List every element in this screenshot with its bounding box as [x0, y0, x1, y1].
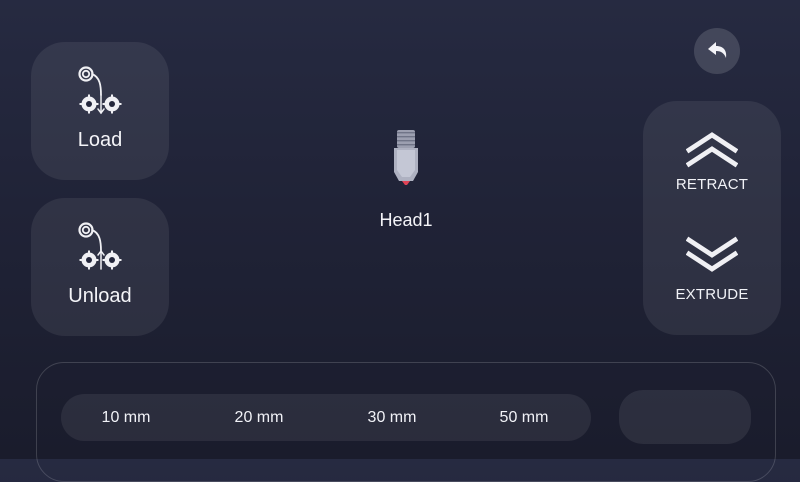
retract-button[interactable]: RETRACT	[643, 101, 781, 213]
filament-load-icon	[71, 64, 129, 122]
unload-label: Unload	[68, 285, 132, 307]
head-label: Head1	[379, 210, 433, 230]
extrude-label: EXTRUDE	[675, 286, 749, 303]
filament-unload-icon	[71, 220, 129, 278]
unload-button[interactable]: Unload	[31, 198, 169, 336]
retract-label: RETRACT	[675, 176, 749, 193]
distance-option-20mm[interactable]: 20 mm	[204, 394, 314, 441]
double-chevron-up-icon	[685, 129, 739, 173]
extruder-control-screen: Load Unload Head1 RETRACT EXTRUDE 10 mm …	[0, 0, 800, 482]
extrude-retract-panel: RETRACT EXTRUDE	[643, 101, 781, 335]
distance-option-10mm[interactable]: 10 mm	[71, 394, 181, 441]
back-button[interactable]	[694, 28, 740, 74]
extruder-nozzle-icon	[386, 126, 426, 196]
back-arrow-icon	[708, 42, 727, 58]
distance-option-30mm[interactable]: 30 mm	[337, 394, 447, 441]
extrude-button[interactable]: EXTRUDE	[643, 219, 781, 331]
load-label: Load	[77, 129, 123, 151]
load-button[interactable]: Load	[31, 42, 169, 180]
distance-option-50mm[interactable]: 50 mm	[469, 394, 579, 441]
distance-selector: 10 mm 20 mm 30 mm 50 mm	[61, 394, 591, 441]
head-display: Head1	[364, 126, 448, 234]
double-chevron-down-icon	[685, 233, 739, 277]
secondary-control-button[interactable]	[619, 390, 751, 444]
